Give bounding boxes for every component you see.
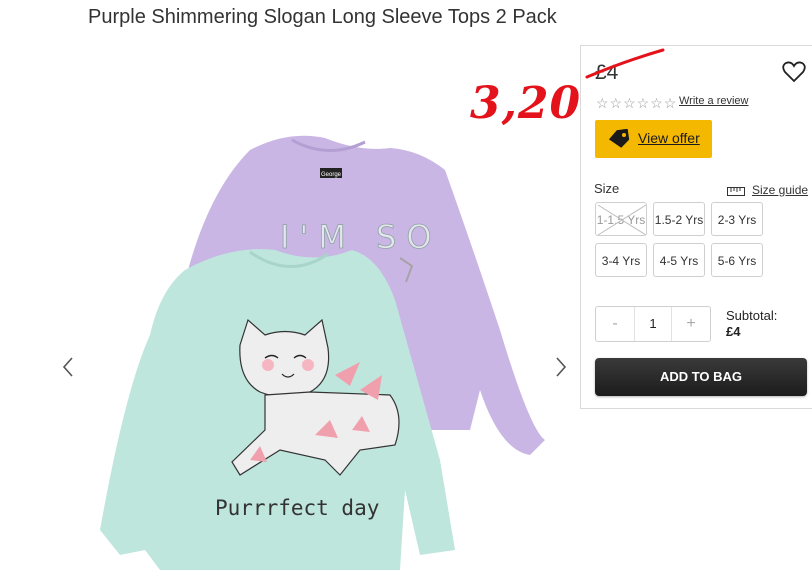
size-option-label: 3-4 Yrs <box>601 254 641 268</box>
neck-label: George <box>321 172 342 178</box>
product-gallery: George I'M SO Purrrfect day <box>60 130 580 575</box>
ruler-icon <box>727 187 745 196</box>
size-option-1-1-5-yrs[interactable]: 1-1.5 Yrs <box>595 202 647 236</box>
write-review-link[interactable]: Write a review <box>679 95 748 107</box>
quantity-increase-button[interactable]: + <box>671 307 710 341</box>
tag-icon <box>608 129 630 148</box>
size-option-4-5-yrs[interactable]: 4-5 Yrs <box>653 243 705 277</box>
purple-top-slogan: I'M SO <box>280 218 442 256</box>
strike-through-mark <box>585 48 665 79</box>
gallery-prev-button[interactable] <box>60 355 78 379</box>
size-option-1-5-2-yrs[interactable]: 1.5-2 Yrs <box>653 202 705 236</box>
quantity-stepper: - 1 + <box>595 306 711 342</box>
quantity-value[interactable]: 1 <box>635 307 671 341</box>
unavailable-cross-icon <box>597 204 647 236</box>
size-option-3-4-yrs[interactable]: 3-4 Yrs <box>595 243 647 277</box>
mint-top-slogan: Purrrfect day <box>215 496 379 520</box>
size-option-label: 4-5 Yrs <box>659 254 699 268</box>
wishlist-button[interactable] <box>782 61 806 83</box>
size-guide-label: Size guide <box>752 183 809 197</box>
subtotal-value: £4 <box>726 324 741 339</box>
product-title: Purple Shimmering Slogan Long Sleeve Top… <box>88 6 557 28</box>
product-image: George I'M SO Purrrfect day <box>100 135 545 570</box>
chevron-left-icon <box>62 357 73 377</box>
gallery-next-button[interactable] <box>552 355 570 379</box>
add-to-bag-button[interactable]: ADD TO BAG <box>595 358 807 396</box>
size-option-label: 2-3 Yrs <box>717 213 757 227</box>
view-offer-label: View offer <box>638 130 700 146</box>
size-option-2-3-yrs[interactable]: 2-3 Yrs <box>711 202 763 236</box>
quantity-decrease-button[interactable]: - <box>596 307 635 341</box>
size-option-label: 1.5-2 Yrs <box>654 213 704 227</box>
size-label: Size <box>594 181 620 196</box>
chevron-right-icon <box>556 357 567 377</box>
handwritten-price: 3,20 <box>470 78 582 129</box>
size-option-label: 5-6 Yrs <box>717 254 757 268</box>
size-option-5-6-yrs[interactable]: 5-6 Yrs <box>711 243 763 277</box>
rating-stars: ☆☆☆☆☆☆ <box>596 95 678 111</box>
heart-icon <box>782 61 806 83</box>
view-offer-button[interactable]: View offer <box>595 120 712 158</box>
subtotal-label: Subtotal: <box>726 308 778 323</box>
